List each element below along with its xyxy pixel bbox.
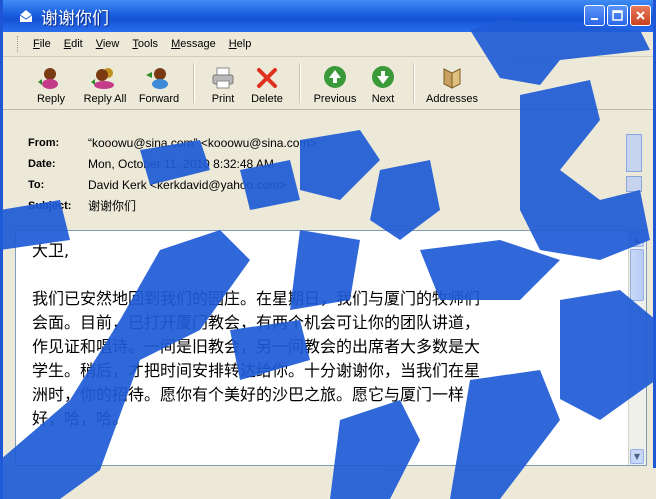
toolbar-separator xyxy=(413,63,415,103)
menu-message[interactable]: Message xyxy=(171,38,216,50)
print-label: Print xyxy=(211,93,235,105)
reply-all-label: Reply All xyxy=(83,93,127,105)
body-line: 学生。稍后，才把时间安排转达给你。十分谢谢你，当我们在星 xyxy=(32,361,481,380)
previous-label: Previous xyxy=(313,93,357,105)
message-body[interactable]: 大卫, 我们已安然地回到我们的园庄。在星期日，我们与厦门的牧师们 会面。目前，已… xyxy=(15,230,647,466)
menu-file-accel: F xyxy=(33,38,40,50)
header-scroll-down[interactable] xyxy=(626,176,642,192)
subject-label: Subject: xyxy=(28,199,72,212)
address-book-icon xyxy=(443,68,461,89)
delete-label: Delete xyxy=(251,93,283,105)
body-line: 洲时，你的招待。愿你有个美好的沙巴之旅。愿它与厦门一样 xyxy=(32,385,465,404)
reply-button[interactable]: Reply xyxy=(25,61,77,109)
delete-x-icon xyxy=(257,68,277,88)
forward-label: Forward xyxy=(138,93,180,105)
message-headers: From: “kooowu@sina.com” <kooowu@sina.com… xyxy=(6,132,642,228)
date-row: Date: Mon, October 11, 2010 8:32:48 AM xyxy=(6,153,638,174)
app-envelope-icon xyxy=(19,10,33,22)
menu-bar: File Edit View Tools Message Help xyxy=(3,32,653,57)
to-value[interactable]: David Kerk <kerkdavid@yahoo.com> xyxy=(88,178,286,192)
mail-window: 谢谢你们 File Edit View Tools Message Help R… xyxy=(0,0,656,499)
title-bar[interactable]: 谢谢你们 xyxy=(3,0,653,32)
date-label: Date: xyxy=(28,157,56,170)
menu-tools-label: ools xyxy=(137,38,159,50)
window-controls xyxy=(584,5,651,26)
forward-icon xyxy=(146,68,168,89)
vertical-scrollbar[interactable]: ▲ ▼ xyxy=(628,231,646,465)
scroll-down-arrow[interactable]: ▼ xyxy=(630,449,644,464)
close-icon xyxy=(636,11,645,20)
greeting-line: 大卫, xyxy=(32,241,70,260)
status-strip xyxy=(3,468,656,499)
scroll-thumb[interactable] xyxy=(630,249,644,301)
previous-up-arrow-icon xyxy=(324,66,346,88)
window-title: 谢谢你们 xyxy=(41,8,109,29)
reply-all-button[interactable]: Reply All xyxy=(77,61,133,109)
subject-row: Subject: 谢谢你们 xyxy=(6,195,638,216)
menu-tools[interactable]: Tools xyxy=(132,38,158,50)
minimize-button[interactable] xyxy=(584,5,605,26)
body-line: 我们已安然地回到我们的园庄。在星期日，我们与厦门的牧师们 xyxy=(32,289,481,308)
reply-icon xyxy=(38,68,58,89)
addresses-label: Addresses xyxy=(426,93,478,105)
from-value[interactable]: “kooowu@sina.com” <kooowu@sina.com> xyxy=(88,136,316,150)
menu-message-label: essage xyxy=(180,38,216,50)
maximize-icon xyxy=(612,10,623,21)
menu-message-accel: M xyxy=(171,38,181,50)
body-line: 好，哈，哈。 xyxy=(32,409,129,428)
forward-button[interactable]: Forward xyxy=(133,61,185,109)
menu-view-accel: V xyxy=(95,38,103,50)
addresses-button[interactable]: Addresses xyxy=(423,61,481,109)
menu-help-label: elp xyxy=(236,38,252,50)
printer-icon xyxy=(212,67,234,89)
previous-button[interactable]: Previous xyxy=(309,61,361,109)
menu-view-label: iew xyxy=(102,38,120,50)
to-label: To: xyxy=(28,178,45,191)
reply-all-icon xyxy=(91,68,114,89)
next-label: Next xyxy=(371,93,395,105)
delete-button[interactable]: Delete xyxy=(243,61,291,109)
body-line: 会面。目前，已打开厦门教会，有两个机会可让你的团队讲道， xyxy=(32,313,481,332)
date-value: Mon, October 11, 2010 8:32:48 AM xyxy=(88,156,274,171)
next-down-arrow-icon xyxy=(372,66,394,88)
toolbar-separator xyxy=(193,63,195,103)
menu-edit-accel: E xyxy=(63,38,72,50)
menu-file[interactable]: File xyxy=(33,38,51,50)
message-text: 大卫, 我们已安然地回到我们的园庄。在星期日，我们与厦门的牧师们 会面。目前，已… xyxy=(16,231,628,431)
from-row: From: “kooowu@sina.com” <kooowu@sina.com… xyxy=(6,132,638,153)
next-button[interactable]: Next xyxy=(361,61,405,109)
menu-edit[interactable]: Edit xyxy=(64,38,83,50)
toolbar-separator xyxy=(299,63,301,103)
body-line: 作见证和唱诗。一间是旧教会，另一间教会的出席者大多数是大 xyxy=(32,337,481,356)
print-button[interactable]: Print xyxy=(203,61,243,109)
menu-file-label: ile xyxy=(39,38,51,50)
minimize-icon xyxy=(590,17,598,20)
subject-value: 谢谢你们 xyxy=(88,199,137,213)
scroll-up-arrow[interactable]: ▲ xyxy=(630,232,644,247)
menu-help-accel: H xyxy=(228,38,237,50)
reply-label: Reply xyxy=(36,93,66,105)
header-scroll-up[interactable] xyxy=(626,134,642,172)
maximize-button[interactable] xyxy=(607,5,628,26)
menu-view[interactable]: View xyxy=(96,38,120,50)
toolbar: Reply Reply All Forward Print Delete Pre… xyxy=(3,57,653,110)
close-button[interactable] xyxy=(630,5,651,26)
menu-help[interactable]: Help xyxy=(229,38,252,50)
from-label: From: xyxy=(28,136,60,149)
to-row: To: David Kerk <kerkdavid@yahoo.com> xyxy=(6,174,638,195)
menu-edit-label: dit xyxy=(71,38,83,50)
menubar-grip xyxy=(17,36,21,52)
